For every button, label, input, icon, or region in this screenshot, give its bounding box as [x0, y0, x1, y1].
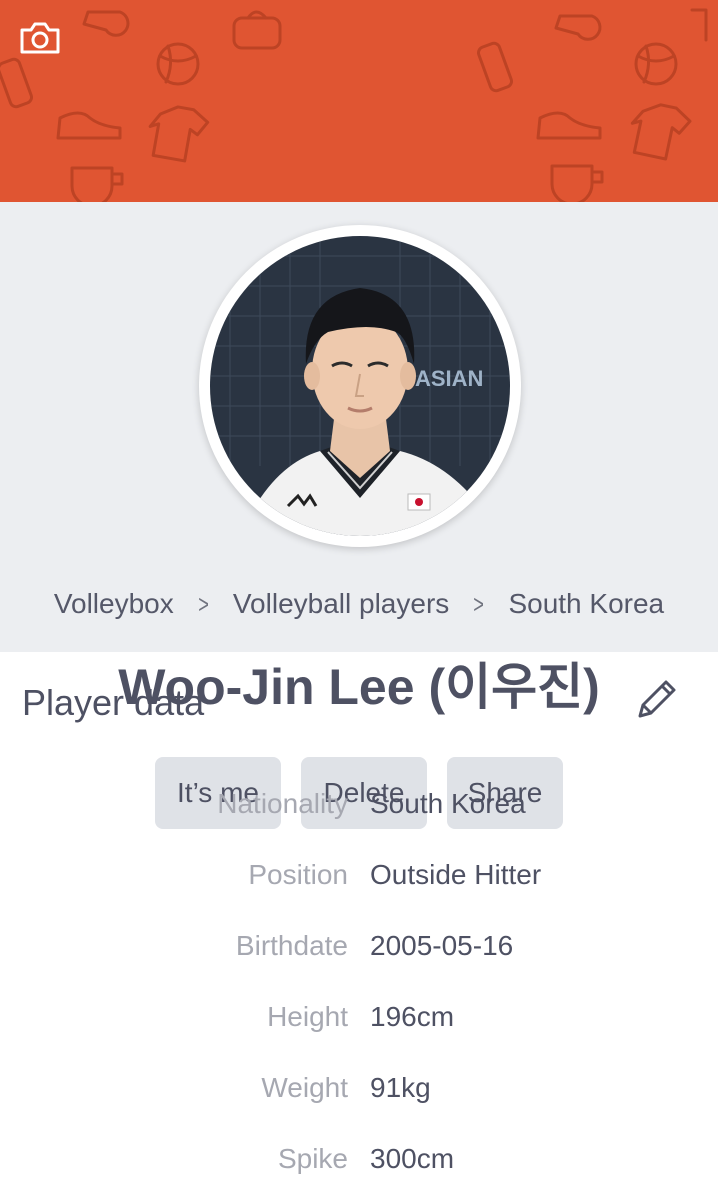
cover-banner: [0, 0, 718, 202]
data-row-spike: Spike 300cm: [0, 1143, 718, 1183]
field-value: 2005-05-16: [370, 930, 514, 961]
profile-header: ASIAN Volleybox > Volleyball players > S…: [0, 202, 718, 829]
chevron-right-icon: >: [473, 588, 485, 619]
field-label: Spike: [277, 1143, 348, 1174]
svg-text:ASIAN: ASIAN: [415, 366, 483, 391]
field-label: Height: [267, 1001, 348, 1032]
field-value: 91kg: [370, 1072, 431, 1103]
field-label: Nationality: [217, 788, 348, 819]
data-row-weight: Weight 91kg: [0, 1072, 718, 1112]
data-row-birthdate: Birthdate 2005-05-16: [0, 930, 718, 970]
field-label: Weight: [261, 1072, 348, 1103]
camera-icon[interactable]: [18, 20, 62, 56]
field-value: South Korea: [370, 788, 526, 819]
field-label: Position: [248, 859, 348, 890]
avatar[interactable]: ASIAN: [210, 236, 510, 536]
pencil-icon[interactable]: [632, 676, 680, 724]
field-value: 300cm: [370, 1143, 455, 1174]
breadcrumb-volleybox[interactable]: Volleybox: [54, 588, 174, 620]
player-data-title: Player data: [22, 682, 205, 723]
breadcrumb-volleyball-players[interactable]: Volleyball players: [233, 588, 449, 620]
field-value: Outside Hitter: [370, 859, 542, 890]
field-value: 196cm: [370, 1001, 455, 1032]
breadcrumb-south-korea[interactable]: South Korea: [508, 588, 664, 620]
chevron-right-icon: >: [198, 588, 209, 619]
data-row-position: Position Outside Hitter: [0, 859, 718, 899]
breadcrumb: Volleybox > Volleyball players > South K…: [0, 588, 718, 620]
data-row-nationality: Nationality South Korea: [0, 788, 718, 828]
sport-pattern: [0, 8, 708, 202]
data-row-height: Height 196cm: [0, 1001, 718, 1041]
player-photo: ASIAN: [210, 236, 510, 536]
avatar-frame: ASIAN: [199, 225, 521, 547]
field-label: Birthdate: [235, 930, 348, 961]
